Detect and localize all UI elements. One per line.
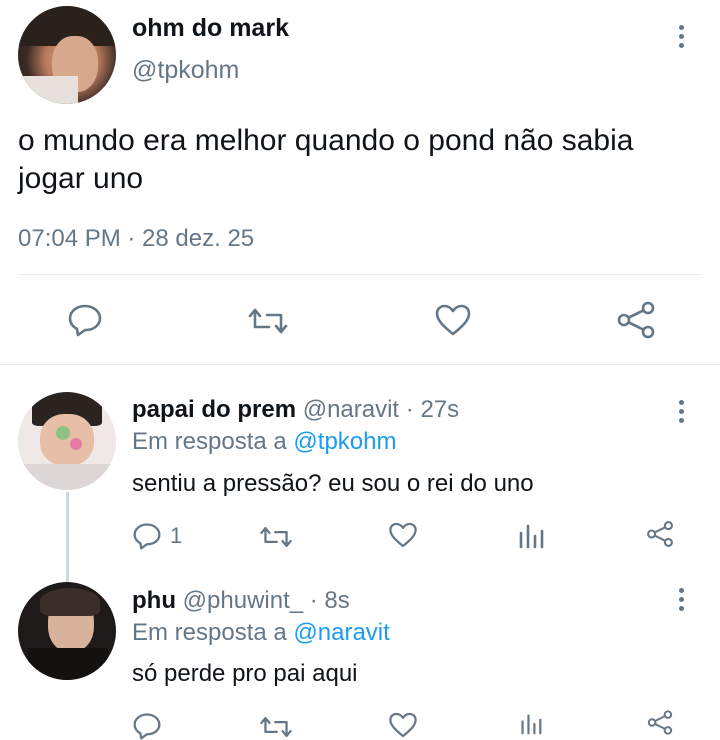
- section-divider: [0, 364, 720, 365]
- avatar[interactable]: [18, 392, 116, 490]
- reply-count: 1: [170, 523, 183, 548]
- time[interactable]: · 8s: [310, 587, 350, 614]
- reply-to-link[interactable]: @tpkohm: [293, 428, 396, 455]
- reply-button[interactable]: [67, 303, 103, 337]
- more-menu-icon[interactable]: [676, 400, 686, 423]
- speech-bubble-icon: [68, 304, 102, 337]
- avatar[interactable]: [18, 6, 116, 104]
- reply-prefix: Em resposta a: [132, 428, 287, 455]
- analytics-button[interactable]: [518, 523, 544, 549]
- reply-button[interactable]: 1: [132, 522, 182, 550]
- reply-button[interactable]: [132, 712, 162, 740]
- reply-header: papai do prem @naravit · 27s: [132, 396, 459, 424]
- analytics-bars-icon: [521, 714, 542, 735]
- speech-bubble-icon: [133, 523, 161, 550]
- speech-bubble-icon: [133, 713, 161, 740]
- share-icon: [617, 301, 655, 339]
- display-name[interactable]: papai do prem: [132, 396, 296, 423]
- tweet-text-line-1: o mundo era melhor quando o pond não sab…: [18, 124, 634, 157]
- handle[interactable]: @tpkohm: [132, 56, 239, 85]
- share-button[interactable]: [646, 710, 674, 735]
- retweet-button[interactable]: [258, 524, 294, 550]
- reply-prefix: Em resposta a: [132, 619, 287, 646]
- reply-text: só perde pro pai aqui: [132, 660, 358, 687]
- divider: [18, 274, 702, 275]
- handle[interactable]: @phuwint_: [183, 587, 303, 614]
- display-name[interactable]: phu: [132, 587, 176, 614]
- retweet-icon: [248, 308, 288, 334]
- thread-line: [66, 492, 69, 582]
- timestamp[interactable]: 07:04 PM · 28 dez. 25: [18, 225, 254, 253]
- time[interactable]: · 27s: [406, 396, 459, 423]
- share-icon: [647, 710, 673, 735]
- tweet-text-line-2: jogar uno: [18, 162, 144, 195]
- reply-header: phu @phuwint_ · 8s: [132, 587, 350, 615]
- retweet-button[interactable]: [258, 714, 294, 740]
- reply-context: Em resposta a @naravit: [132, 619, 390, 647]
- share-button[interactable]: [616, 301, 656, 339]
- heart-icon: [435, 304, 471, 336]
- analytics-button[interactable]: [518, 713, 544, 735]
- more-menu-icon[interactable]: [676, 588, 686, 611]
- display-name[interactable]: ohm do mark: [132, 14, 289, 43]
- retweet-icon: [260, 526, 292, 548]
- analytics-bars-icon: [519, 524, 544, 549]
- reply-to-link[interactable]: @naravit: [293, 619, 389, 646]
- reply-context: Em resposta a @tpkohm: [132, 428, 396, 456]
- handle[interactable]: @naravit: [303, 396, 399, 423]
- avatar[interactable]: [18, 582, 116, 680]
- retweet-button[interactable]: [246, 305, 290, 337]
- share-icon: [647, 521, 673, 547]
- retweet-icon: [260, 716, 292, 738]
- like-button[interactable]: [434, 303, 472, 337]
- heart-icon: [389, 522, 417, 548]
- like-button[interactable]: [388, 521, 418, 549]
- share-button[interactable]: [646, 520, 674, 548]
- reply-text: sentiu a pressão? eu sou o rei do uno: [132, 470, 534, 497]
- more-menu-icon[interactable]: [676, 25, 686, 48]
